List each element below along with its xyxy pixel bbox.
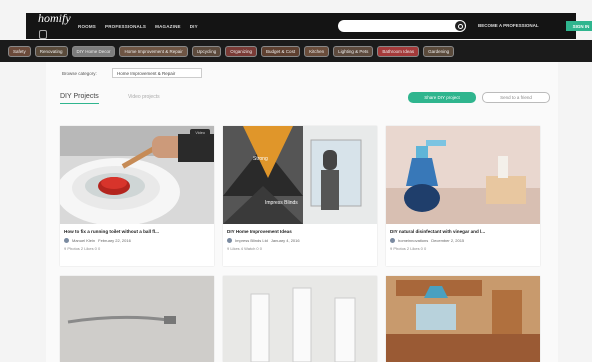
card-meta: Manuel Klein February 22, 2016 [64, 238, 210, 243]
card-title[interactable]: How to fix a running toilet without a ba… [64, 229, 210, 234]
author-avatar [227, 238, 232, 243]
main-nav: ROOMS PROFESSIONALS MAGAZINE DIY [78, 24, 198, 29]
card-author[interactable]: Impress Blinds Ltd [235, 238, 268, 243]
project-image-toilet[interactable]: Video [60, 126, 214, 224]
send-friend-button[interactable]: Send to a friend [482, 92, 550, 103]
browse-category-select[interactable]: Home Improvement & Repair [112, 68, 202, 78]
share-project-button[interactable]: Share DIY project [408, 92, 476, 103]
logo[interactable]: homify [38, 11, 71, 41]
card-title[interactable]: DIY natural disinfectant with vinegar an… [390, 229, 536, 234]
card-author[interactable]: Manuel Klein [72, 238, 95, 243]
project-card[interactable] [386, 276, 540, 362]
card-stats: 9 Likes 4 Watch 0 0 [227, 246, 262, 251]
card-author[interactable]: homeinnovations [398, 238, 428, 243]
house-icon [39, 29, 47, 39]
category-chip[interactable]: Home Improvement & Repair [119, 45, 188, 57]
card-title[interactable]: DIY Home Improvement Ideas [227, 229, 373, 234]
project-card[interactable] [60, 276, 214, 362]
main-content: Browse category: Home Improvement & Repa… [46, 62, 558, 362]
category-chip[interactable]: Upcycling [191, 45, 222, 57]
card-meta: homeinnovations December 2, 2015 [390, 238, 536, 243]
category-chip[interactable]: Renovating [34, 45, 68, 57]
tab-diy-projects[interactable]: DIY Projects [60, 93, 99, 104]
project-image-roller-blinds[interactable] [223, 276, 377, 362]
video-badge: Video [190, 129, 210, 137]
project-card[interactable]: Video How to fix a running toilet withou… [60, 126, 214, 266]
browse-category-label: Browse category: [62, 71, 97, 76]
category-bar: Safety Renovating DIY Home Decor Home Impro… [0, 40, 592, 62]
project-image-kitchen[interactable] [386, 276, 540, 362]
nav-magazine[interactable]: MAGAZINE [155, 24, 181, 29]
category-chip[interactable]: Kitchen [304, 45, 330, 57]
tab-video-projects[interactable]: Video projects [128, 94, 160, 100]
card-date: January 4, 2016 [270, 238, 300, 243]
impress-blinds-overlay: Impress Blinds [265, 200, 298, 206]
card-date: December 2, 2015 [431, 238, 465, 243]
logo-text: homify [38, 11, 71, 25]
category-chip[interactable]: Lighting & Pets [333, 45, 374, 57]
category-chip[interactable]: Gardening [423, 45, 455, 57]
nav-rooms[interactable]: ROOMS [78, 24, 96, 29]
category-chip[interactable]: Organizing [225, 45, 258, 57]
category-chip[interactable]: Budget & Cost [261, 45, 301, 57]
author-avatar [390, 238, 395, 243]
search-input[interactable] [338, 20, 466, 32]
top-navigation-bar: homify ROOMS PROFESSIONALS MAGAZINE DIY … [26, 11, 592, 41]
strong-overlay: Strong [253, 156, 268, 162]
become-professional-link[interactable]: BECOME A PROFESSIONAL [478, 23, 539, 28]
card-meta: Impress Blinds Ltd January 4, 2016 [227, 238, 373, 243]
project-card[interactable]: Impress Blinds Strong DIY Home Improveme… [223, 126, 377, 266]
card-stats: 9 Photos 2 Likes 0 0 [390, 246, 427, 251]
author-avatar [64, 238, 69, 243]
category-chip[interactable]: Bathroom Ideas [377, 45, 420, 57]
search-icon[interactable] [455, 21, 465, 31]
category-chip[interactable]: DIY Home Decor [71, 45, 116, 57]
card-stats: 9 Photos 2 Likes 0 0 [64, 246, 101, 251]
project-card[interactable] [223, 276, 377, 362]
nav-diy[interactable]: DIY [190, 24, 198, 29]
sign-in-button[interactable]: SIGN IN [566, 21, 592, 31]
project-card[interactable]: DIY natural disinfectant with vinegar an… [386, 126, 540, 266]
project-image-pipe[interactable] [60, 276, 214, 362]
card-date: February 22, 2016 [98, 238, 131, 243]
category-chip[interactable]: Safety [8, 45, 31, 57]
project-image-disinfectant[interactable] [386, 126, 540, 224]
project-image-blinds[interactable]: Impress Blinds Strong [223, 126, 377, 224]
nav-professionals[interactable]: PROFESSIONALS [105, 24, 146, 29]
